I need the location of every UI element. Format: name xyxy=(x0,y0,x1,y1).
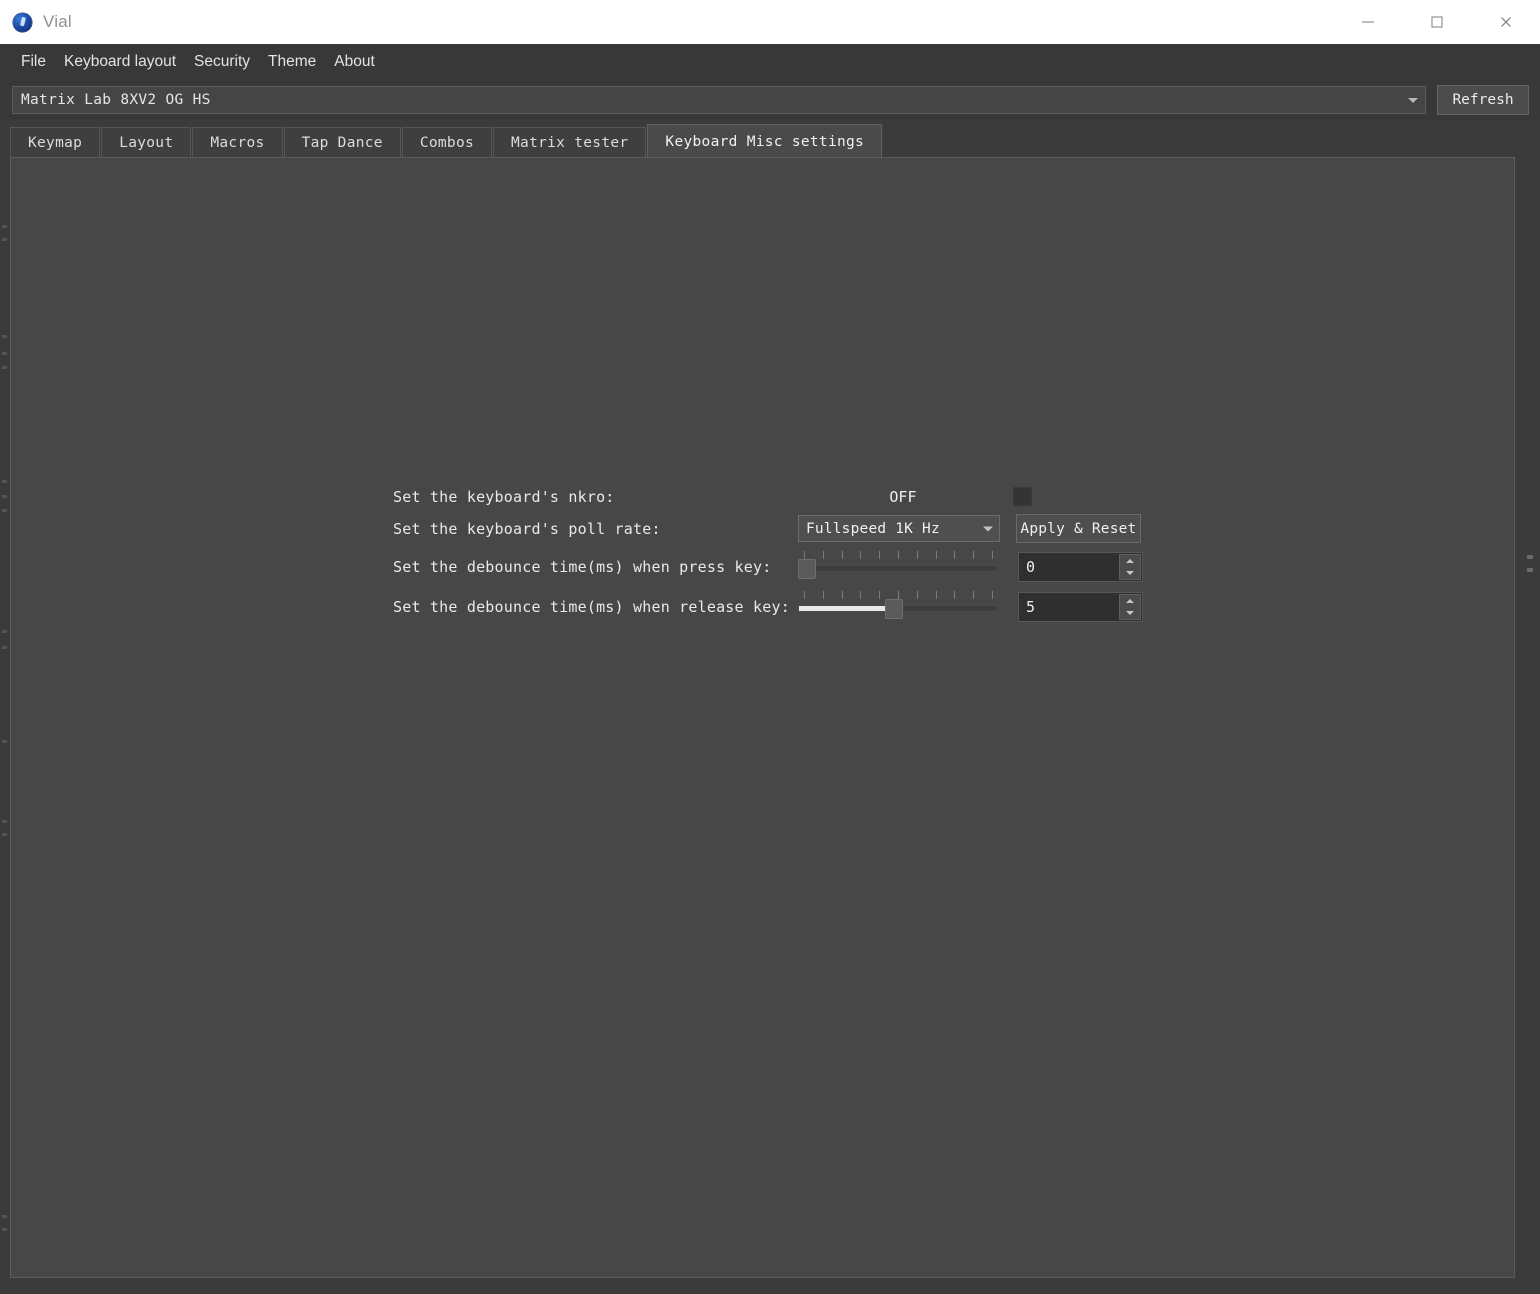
poll-rate-label: Set the keyboard's poll rate: xyxy=(393,519,661,538)
menu-item-file[interactable]: File xyxy=(12,50,55,74)
maximize-icon xyxy=(1430,16,1443,28)
debounce-release-slider[interactable] xyxy=(797,591,998,623)
debounce-press-label: Set the debounce time(ms) when press key… xyxy=(393,558,772,576)
spinbox-buttons xyxy=(1118,594,1141,620)
debounce-release-spin-cell: 5 xyxy=(1008,592,1143,622)
close-button[interactable] xyxy=(1471,0,1540,44)
vial-logo-icon xyxy=(13,12,32,32)
content-panel xyxy=(10,157,1515,1278)
debounce-press-slider-cell xyxy=(797,551,1008,583)
misc-settings-form: Set the keyboard's nkro: OFF Set the key… xyxy=(393,487,1143,623)
keyboard-select[interactable]: Matrix Lab 8XV2 OG HS xyxy=(12,86,1426,114)
spin-down-button[interactable] xyxy=(1120,567,1140,579)
caret-up-icon xyxy=(1125,559,1134,563)
debounce-release-value: 5 xyxy=(1025,598,1035,616)
app-title: Vial xyxy=(43,12,72,31)
nkro-state-text: OFF xyxy=(889,487,917,506)
tab-macros[interactable]: Macros xyxy=(192,127,283,158)
keyboard-select-value: Matrix Lab 8XV2 OG HS xyxy=(21,92,211,108)
debounce-release-slider-cell xyxy=(797,591,1008,623)
poll-rate-select-cell: Fullspeed 1K Hz xyxy=(797,515,1008,542)
refresh-button[interactable]: Refresh xyxy=(1437,85,1529,115)
spin-up-button[interactable] xyxy=(1120,555,1140,567)
debounce-release-label: Set the debounce time(ms) when release k… xyxy=(393,598,790,616)
tab-bar: Keymap Layout Macros Tap Dance Combos Ma… xyxy=(10,124,1515,158)
nkro-checkbox-cell xyxy=(1008,487,1143,506)
right-edge-strip xyxy=(1515,120,1540,1294)
apply-reset-button[interactable]: Apply & Reset xyxy=(1015,514,1141,543)
device-bar: Matrix Lab 8XV2 OG HS Refresh xyxy=(0,79,1540,120)
menu-item-security[interactable]: Security xyxy=(185,50,259,74)
nkro-label: Set the keyboard's nkro: xyxy=(393,487,615,506)
debounce-press-spin-cell: 0 xyxy=(1008,552,1143,582)
menu-item-keyboard-layout[interactable]: Keyboard layout xyxy=(55,50,185,74)
chevron-down-icon xyxy=(1403,89,1423,111)
left-edge-strip xyxy=(0,120,10,1294)
debounce-press-value: 0 xyxy=(1025,558,1035,576)
slider-ticks xyxy=(803,551,993,559)
spin-up-button[interactable] xyxy=(1120,595,1140,607)
minimize-button[interactable] xyxy=(1333,0,1402,44)
tab-combos[interactable]: Combos xyxy=(401,127,493,158)
menu-item-theme[interactable]: Theme xyxy=(259,50,325,74)
caret-down-icon xyxy=(1125,611,1134,615)
minimize-icon xyxy=(1361,21,1374,23)
slider-ticks xyxy=(803,591,993,599)
tab-tap-dance[interactable]: Tap Dance xyxy=(283,127,401,158)
title-bar: Vial xyxy=(0,0,1540,44)
slider-handle[interactable] xyxy=(797,559,816,579)
tab-keymap[interactable]: Keymap xyxy=(10,127,101,158)
menu-bar: File Keyboard layout Security Theme Abou… xyxy=(0,44,1540,79)
caret-up-icon xyxy=(1125,599,1134,603)
close-icon xyxy=(1500,17,1511,27)
slider-handle[interactable] xyxy=(885,599,904,619)
tab-matrix-tester[interactable]: Matrix tester xyxy=(493,127,647,158)
nkro-checkbox[interactable] xyxy=(1012,487,1032,506)
title-bar-left: Vial xyxy=(0,12,1333,32)
tab-keyboard-misc-settings[interactable]: Keyboard Misc settings xyxy=(647,124,883,158)
maximize-button[interactable] xyxy=(1402,0,1471,44)
poll-rate-value: Fullspeed 1K Hz xyxy=(805,520,940,537)
debounce-press-slider[interactable] xyxy=(797,551,998,583)
poll-rate-select[interactable]: Fullspeed 1K Hz xyxy=(797,515,1000,542)
spin-down-button[interactable] xyxy=(1120,607,1140,619)
apply-reset-cell: Apply & Reset xyxy=(1008,514,1143,543)
nkro-state-cell: OFF xyxy=(798,488,1008,506)
slider-groove xyxy=(797,565,998,572)
debounce-press-spinbox[interactable]: 0 xyxy=(1017,552,1143,582)
window-controls xyxy=(1333,0,1540,44)
debounce-release-spinbox[interactable]: 5 xyxy=(1017,592,1143,622)
chevron-down-icon xyxy=(982,526,993,531)
menu-item-about[interactable]: About xyxy=(325,50,384,74)
slider-fill xyxy=(798,606,896,611)
tab-layout[interactable]: Layout xyxy=(101,127,192,158)
spinbox-buttons xyxy=(1118,554,1141,580)
caret-down-icon xyxy=(1125,571,1134,575)
